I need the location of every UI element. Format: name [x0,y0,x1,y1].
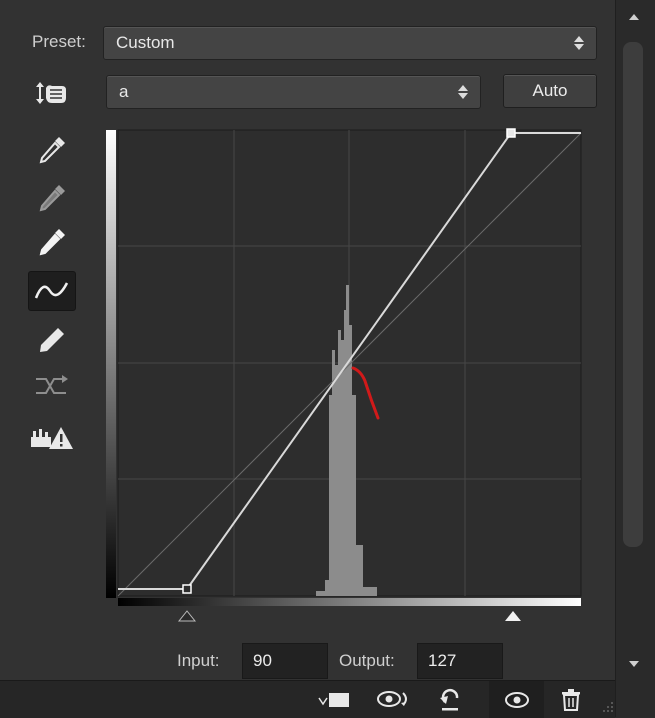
trash-icon [562,689,580,711]
pencil-icon [40,328,64,352]
output-label: Output: [339,651,395,670]
scroll-thumb[interactable] [623,42,643,547]
smooth-curve-tool[interactable] [28,366,76,406]
clip-to-layer-icon [318,693,349,707]
output-gradient-bar [106,130,116,598]
clip-to-layer-button[interactable] [313,689,353,711]
eyedropper-black-icon [39,137,65,164]
eyedropper-gray-icon [39,185,65,212]
reset-icon [440,688,459,711]
eye-previous-icon [377,691,407,707]
channel-value: a [119,82,129,101]
sample-black-point-eyedropper[interactable] [28,130,76,170]
white-point-slider[interactable] [505,611,521,621]
clipping-warning-icon [31,427,73,449]
curve-point-top[interactable] [506,128,516,138]
clipping-warning-toggle[interactable] [28,418,76,458]
toggle-visibility-button[interactable] [489,681,544,718]
curves-properties-panel: Preset: Custom a Auto Input: 90 Output: … [0,0,616,717]
edit-points-curve-tool[interactable] [28,271,76,311]
input-field[interactable]: 90 [242,643,328,679]
eyedropper-white-icon [39,229,65,256]
select-arrows-icon [458,85,468,99]
output-field[interactable]: 127 [417,643,503,679]
properties-footer [0,680,615,718]
black-point-slider[interactable] [177,610,197,622]
resize-grip-icon[interactable] [600,699,614,713]
smooth-curve-icon [36,375,68,394]
input-gradient-bar [118,598,581,606]
sample-white-point-eyedropper[interactable] [28,222,76,262]
input-label: Input: [177,651,220,670]
eye-icon [504,691,529,708]
delete-button[interactable] [556,686,586,714]
auto-button[interactable]: Auto [503,74,597,108]
scroll-up-arrow-icon[interactable] [629,14,639,20]
draw-curve-pencil-tool[interactable] [28,320,76,360]
on-image-adjust-hand-icon[interactable] [28,76,76,110]
select-arrows-icon [574,36,584,50]
sample-gray-point-eyedropper[interactable] [28,178,76,218]
preset-value: Custom [116,33,175,52]
preset-select[interactable]: Custom [103,26,597,60]
preset-label: Preset: [32,32,86,51]
reset-button[interactable] [434,686,466,712]
curve-icon [34,282,69,299]
scroll-down-arrow-icon[interactable] [629,661,639,667]
curves-graph[interactable] [103,125,583,625]
view-previous-state-button[interactable] [374,687,414,711]
curve-point-bottom[interactable] [182,584,192,594]
channel-select[interactable]: a [106,75,481,109]
